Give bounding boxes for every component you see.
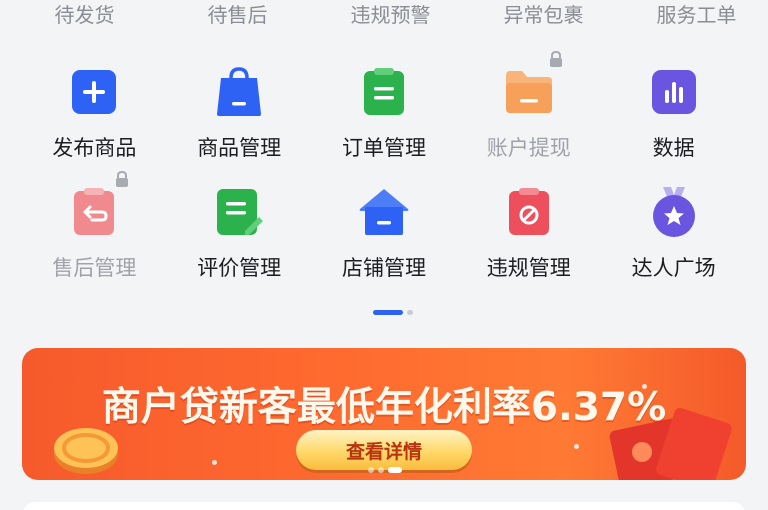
view-details-button[interactable]: 查看详情 bbox=[296, 430, 472, 470]
shortcut-label: 发布商品 bbox=[52, 136, 137, 160]
star-medal-icon bbox=[648, 186, 700, 238]
shortcut-row-2: 售后管理 评价管理 店铺管理 违规管理 达人广场 bbox=[22, 170, 746, 292]
banner-dot bbox=[368, 467, 374, 473]
shortcut-publish-product[interactable]: 发布商品 bbox=[22, 62, 167, 182]
pager-dot bbox=[407, 310, 413, 315]
shortcut-label: 账户提现 bbox=[486, 136, 571, 160]
sparkle bbox=[574, 444, 579, 449]
shortcut-store-management[interactable]: 店铺管理 bbox=[312, 182, 457, 292]
wallet-folder-icon bbox=[503, 66, 555, 118]
shopping-bag-icon bbox=[213, 66, 265, 118]
shortcut-label: 店铺管理 bbox=[341, 256, 426, 280]
banner-dot bbox=[378, 467, 384, 473]
shortcut-label: 售后管理 bbox=[52, 256, 137, 280]
banner-dot-active bbox=[388, 467, 402, 473]
status-tab-violation-warning[interactable]: 违规预警 bbox=[319, 0, 462, 34]
shortcut-influencer-square[interactable]: 达人广场 bbox=[601, 182, 746, 292]
shortcut-grid: 发布商品 商品管理 订单管理 账户提现 数据 售后管理 评价管理 店铺管理 违规… bbox=[22, 50, 746, 292]
shortcut-product-management[interactable]: 商品管理 bbox=[167, 62, 312, 182]
status-tab-pending-aftersale[interactable]: 待售后 bbox=[166, 0, 309, 34]
shortcut-violation-management[interactable]: 违规管理 bbox=[456, 182, 601, 292]
review-note-icon bbox=[213, 186, 265, 238]
status-tab-abnormal-package[interactable]: 异常包裹 bbox=[472, 0, 615, 34]
shortcut-label: 评价管理 bbox=[197, 256, 282, 280]
shortcut-review-management[interactable]: 评价管理 bbox=[167, 182, 312, 292]
order-list-icon bbox=[358, 66, 410, 118]
status-tab-service-ticket[interactable]: 服务工单 bbox=[625, 0, 768, 34]
sparkle bbox=[212, 460, 217, 465]
shortcut-account-withdraw[interactable]: 账户提现 bbox=[456, 50, 601, 182]
shortcut-label: 违规管理 bbox=[486, 256, 571, 280]
shortcut-aftersale-management[interactable]: 售后管理 bbox=[22, 170, 167, 292]
pager-dot-active bbox=[373, 310, 403, 315]
shortcut-label: 达人广场 bbox=[631, 256, 716, 280]
shortcut-label: 订单管理 bbox=[341, 136, 426, 160]
bar-chart-icon bbox=[648, 66, 700, 118]
shortcut-pager[interactable] bbox=[0, 310, 768, 315]
store-house-icon bbox=[358, 186, 410, 238]
shortcut-order-management[interactable]: 订单管理 bbox=[312, 62, 457, 182]
add-square-icon bbox=[68, 66, 120, 118]
banner-title: 商户贷新客最低年化利率6.37% bbox=[101, 385, 667, 430]
shortcut-data[interactable]: 数据 bbox=[601, 62, 746, 182]
loan-promo-banner[interactable]: 商户贷新客最低年化利率6.37% 查看详情 bbox=[22, 348, 746, 480]
order-status-tabs: 待发货 待售后 违规预警 异常包裹 服务工单 bbox=[0, 0, 768, 34]
banner-pager[interactable] bbox=[360, 466, 410, 474]
shortcut-label: 商品管理 bbox=[197, 136, 282, 160]
shortcut-label: 数据 bbox=[652, 136, 695, 160]
next-section-card bbox=[22, 502, 746, 510]
return-clipboard-icon bbox=[68, 186, 120, 238]
shortcut-row-1: 发布商品 商品管理 订单管理 账户提现 数据 bbox=[22, 50, 746, 182]
violation-clipboard-icon bbox=[503, 186, 555, 238]
status-tab-pending-shipment[interactable]: 待发货 bbox=[13, 0, 156, 34]
